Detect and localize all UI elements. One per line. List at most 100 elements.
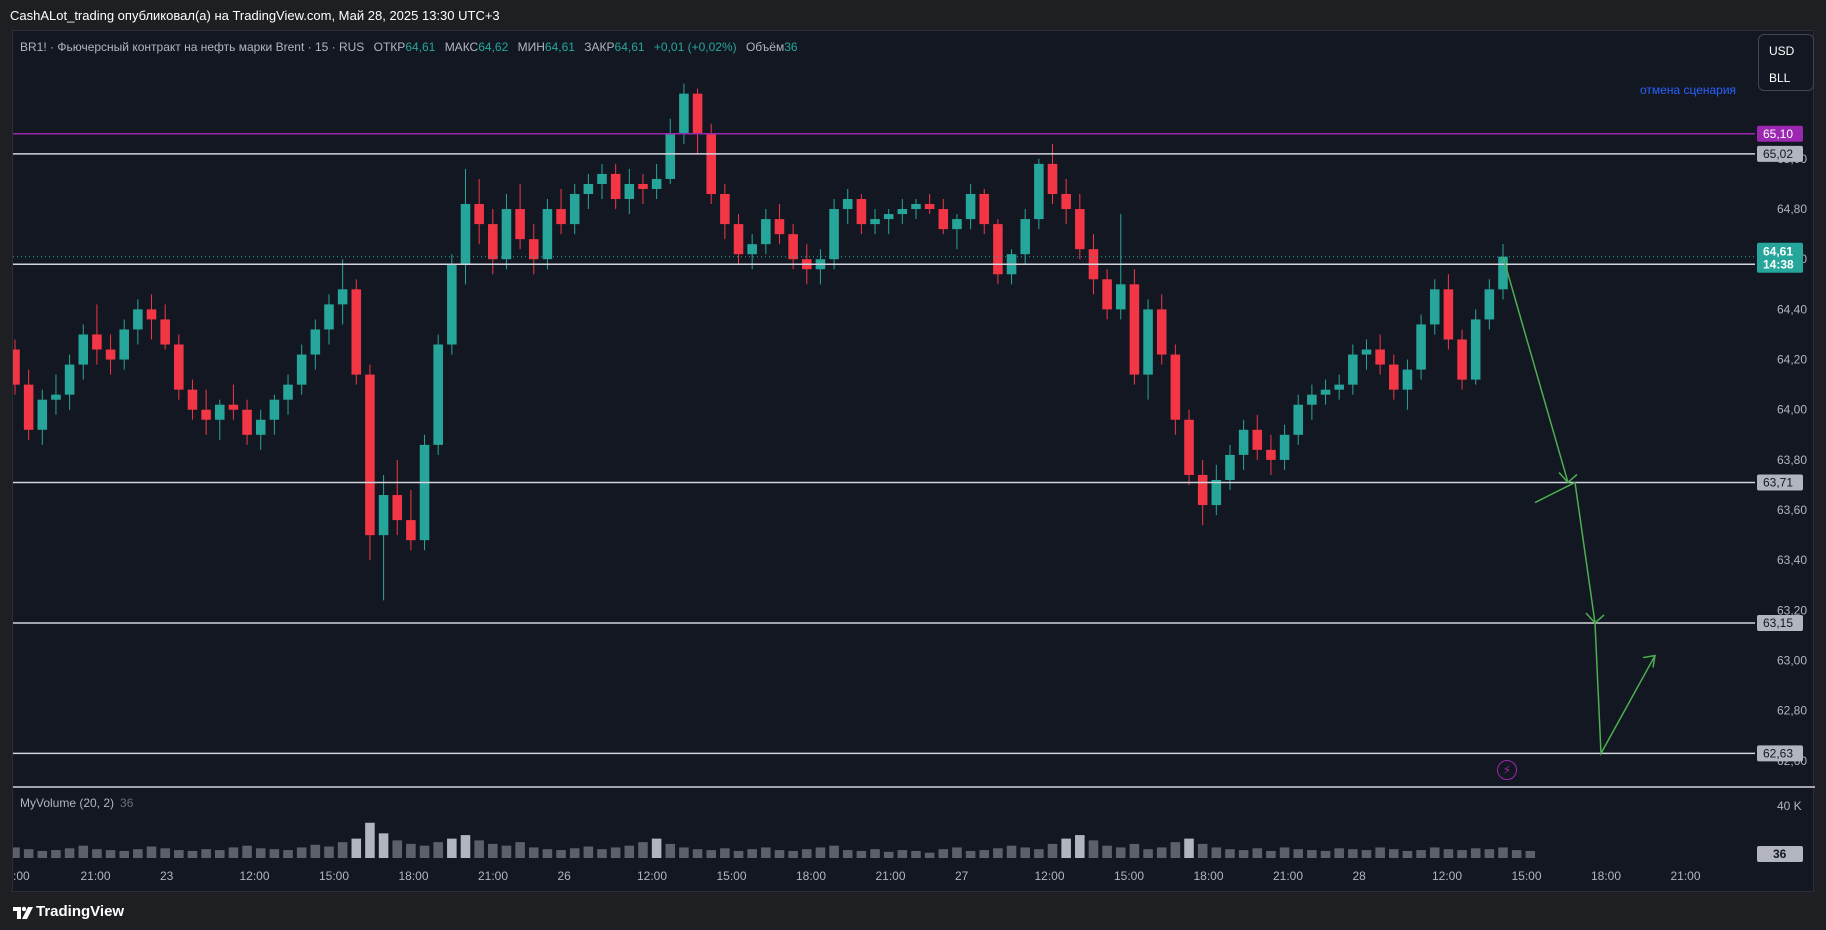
chart-pane[interactable]: 65,0064,8064,6064,4064,2064,0063,8063,60… xyxy=(12,30,1815,893)
candle-body xyxy=(1143,309,1153,375)
candle-body xyxy=(733,224,744,255)
close-label: ЗАКР xyxy=(584,40,615,54)
candle-body xyxy=(583,183,594,194)
x-tick-label: 12:00 xyxy=(1432,869,1462,883)
candle-body xyxy=(788,234,798,260)
volume-bar xyxy=(488,843,498,858)
volume-bar xyxy=(802,849,812,858)
y-tick-label: 63,60 xyxy=(1777,503,1807,517)
candle-body xyxy=(761,219,771,245)
volume-bar xyxy=(638,842,648,858)
symbol-name[interactable]: BR1! · Фьючерсный контракт на нефть марк… xyxy=(20,40,364,54)
price-level-label: 65,02 xyxy=(1763,147,1793,161)
lightning-icon[interactable]: ⚡ xyxy=(1497,760,1517,780)
candle-body xyxy=(105,349,116,360)
candle-body xyxy=(296,354,307,385)
candle-body xyxy=(1115,284,1126,310)
x-tick-label: 15:00 xyxy=(1512,869,1542,883)
y-tick-label: 64,00 xyxy=(1777,403,1807,417)
candle-body xyxy=(638,183,648,189)
indicator-name: MyVolume (20, 2) xyxy=(20,796,115,810)
candle-body xyxy=(1061,194,1071,210)
high-label: МАКС xyxy=(444,40,479,54)
volume-bar xyxy=(1375,847,1385,858)
candle-body xyxy=(897,209,908,215)
volume-bar xyxy=(856,850,867,858)
volume-bar xyxy=(174,850,184,858)
volume-bar xyxy=(1102,845,1112,858)
candle-body xyxy=(283,384,293,400)
countdown-label: 14:38 xyxy=(1763,258,1794,272)
volume-bar xyxy=(911,850,921,858)
volume-bar xyxy=(1484,849,1495,858)
volume-bar xyxy=(747,849,757,858)
candle-body xyxy=(842,199,853,210)
volume-last-label: 36 xyxy=(1773,847,1787,861)
volume-bar xyxy=(883,851,894,858)
currency-unit-button[interactable]: USD BLL xyxy=(1758,34,1814,91)
candle-body xyxy=(269,399,280,420)
candle-body xyxy=(911,204,921,210)
volume-bar xyxy=(1361,850,1372,858)
x-tick-label: 15:00 xyxy=(1114,869,1144,883)
volume-indicator-title[interactable]: MyVolume (20, 2) 36 xyxy=(20,796,133,810)
candle-body xyxy=(938,209,949,230)
x-tick-label: 21:00 xyxy=(1273,869,1303,883)
indicator-value: 36 xyxy=(120,796,134,810)
volume-bar xyxy=(1389,849,1399,858)
candle-body xyxy=(488,224,498,260)
volume-bar xyxy=(460,835,471,858)
volume-bar xyxy=(1416,850,1426,858)
candle-body xyxy=(1075,209,1085,250)
candle-body xyxy=(1238,429,1249,455)
candle-body xyxy=(1334,384,1344,390)
candle-body xyxy=(979,194,990,225)
candle-body xyxy=(1470,319,1481,380)
footer: TradingView xyxy=(0,892,1826,930)
x-tick-label: 23 xyxy=(160,869,174,883)
candle-body xyxy=(610,173,621,200)
symbol-legend: BR1! · Фьючерсный контракт на нефть марк… xyxy=(20,40,798,54)
candle-body xyxy=(720,194,730,225)
candle-body xyxy=(856,199,867,225)
x-tick-label: 18:00 xyxy=(1591,869,1621,883)
candle-body xyxy=(1266,449,1276,460)
candle-body xyxy=(556,209,566,225)
volume-bar xyxy=(1320,850,1331,858)
volume-bar xyxy=(1470,848,1481,858)
candle-body xyxy=(501,209,512,260)
volume-label: Объём xyxy=(745,40,785,54)
candle-body xyxy=(1047,163,1058,194)
x-tick-label: 21:00 xyxy=(876,869,906,883)
volume-bar xyxy=(187,850,198,858)
tradingview-brand[interactable]: TradingView xyxy=(36,903,124,920)
candle-body xyxy=(624,183,635,200)
volume-bar xyxy=(13,847,20,858)
candle-body xyxy=(1498,256,1508,290)
volume-bar xyxy=(1334,848,1344,858)
price-chart[interactable]: 65,0064,8064,6064,4064,2064,0063,8063,60… xyxy=(13,31,1815,893)
candle-body xyxy=(1197,474,1208,506)
candle-body xyxy=(337,289,348,305)
volume-bar xyxy=(1443,849,1454,858)
close-value: 64,61 xyxy=(614,40,645,54)
candle-body xyxy=(351,289,362,375)
volume-bar xyxy=(733,850,744,858)
y-tick-label: 64,80 xyxy=(1777,202,1807,216)
volume-bar xyxy=(1115,847,1126,858)
volume-bar xyxy=(1170,842,1181,858)
volume-bar xyxy=(406,843,416,858)
candle-body xyxy=(310,329,321,355)
volume-bar xyxy=(965,850,976,858)
candle-body xyxy=(679,93,689,134)
volume-bar xyxy=(569,848,580,858)
x-tick-label: 15:00 xyxy=(717,869,747,883)
volume-bar xyxy=(378,833,389,858)
candle-body xyxy=(1170,354,1181,420)
candle-body xyxy=(1307,394,1317,405)
volume-bar xyxy=(720,848,730,858)
y-tick-label: 63,80 xyxy=(1777,453,1807,467)
volume-bar xyxy=(1429,847,1440,858)
volume-bar xyxy=(1006,845,1017,858)
volume-bar xyxy=(665,843,676,858)
